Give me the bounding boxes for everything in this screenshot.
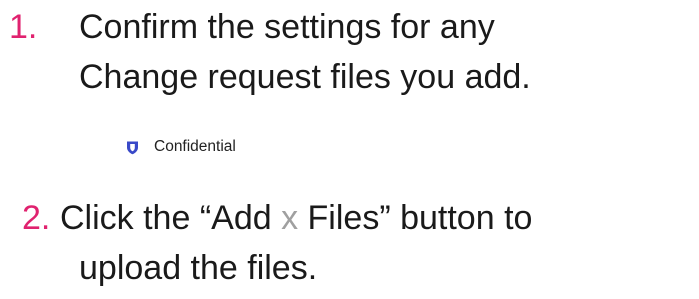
sensitivity-label-text: Confidential [154,138,236,155]
x-placeholder: x [281,199,299,237]
step-text-before: Click the “Add [60,199,282,237]
step-text-line-1: Confirm the settings for any [79,8,495,46]
shield-icon [126,140,139,155]
instruction-step-1: 1. Confirm the settings for any Change re… [9,2,531,96]
step-text-line-2: upload the files. [79,249,318,287]
sensitivity-label: Confidential [126,138,236,156]
step-number: 1. [9,8,38,46]
step-number: 2. [22,199,51,237]
step-text-line-2: Change request files you add. [79,58,531,96]
instruction-step-2: 2. Click the “Add x Files” button to uplo… [22,193,533,287]
step-text-after: Files” button to [298,199,533,237]
